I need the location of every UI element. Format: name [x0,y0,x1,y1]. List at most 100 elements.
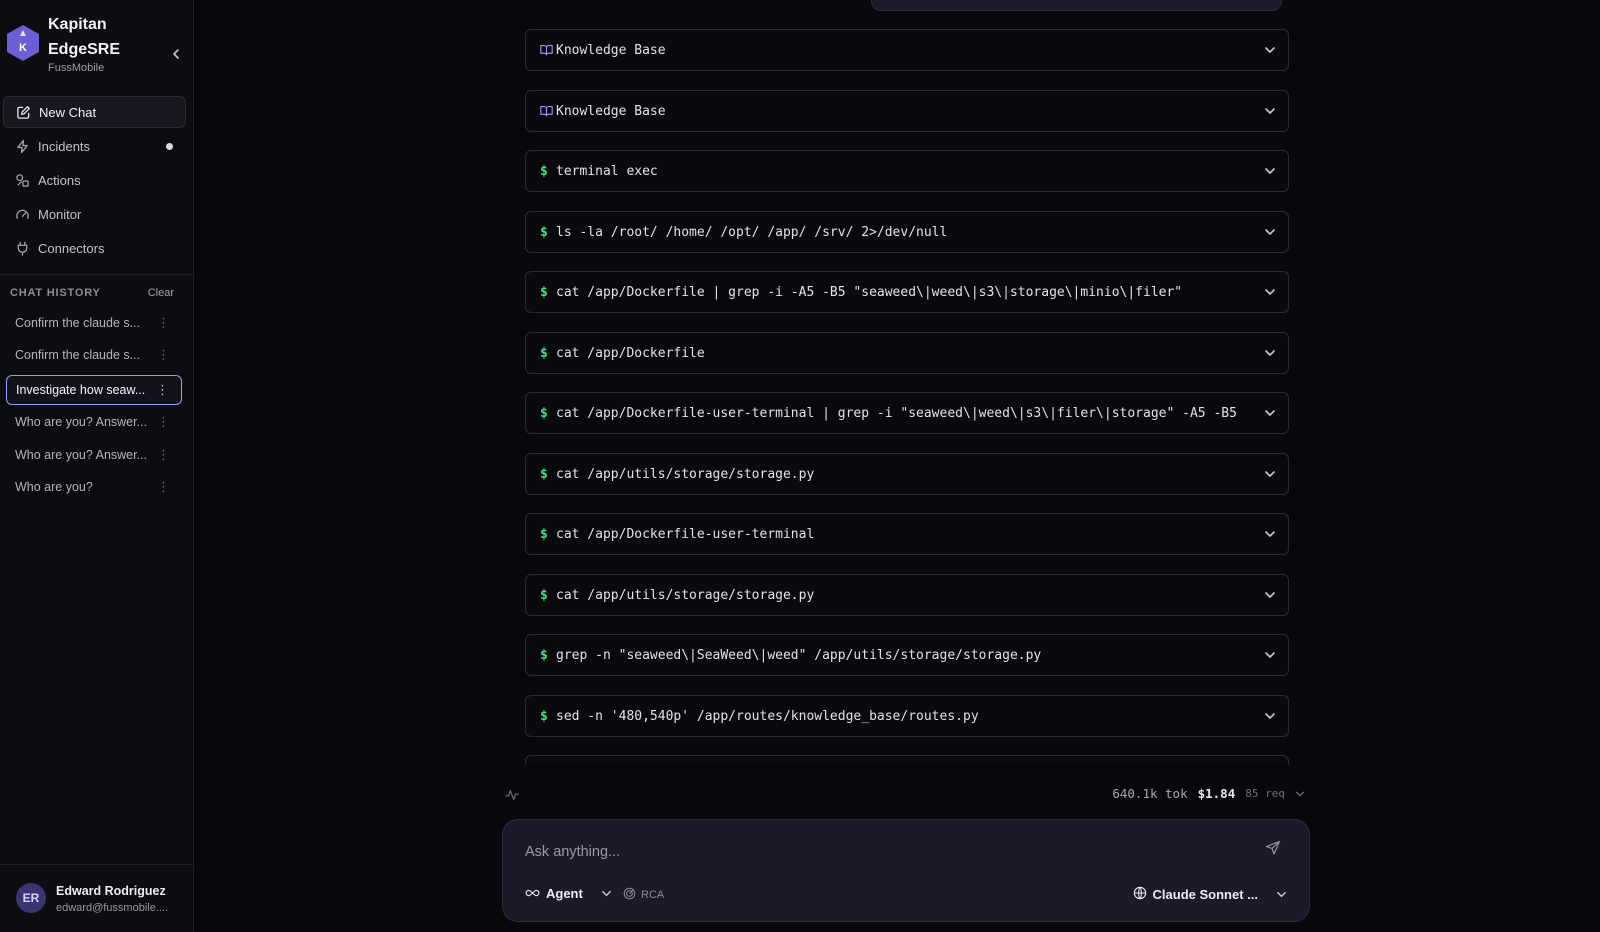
chevron-down-icon [1264,164,1276,182]
tool-call-row[interactable]: $ cat /app/utils/storage/storage.py [525,574,1289,616]
chevron-down-icon [601,888,612,899]
activity-icon[interactable] [505,788,519,807]
usage-stats[interactable]: 640.1k tok $1.84 85 req [1112,786,1305,801]
tool-call-row[interactable]: $ cat /app/Dockerfile [525,332,1289,374]
history-item[interactable]: Confirm the claude s... ⋮ [6,341,182,369]
tool-call-label: cat /app/Dockerfile-user-terminal | grep… [556,405,1237,421]
history-item-label: Confirm the claude s... [15,348,141,362]
mode-label: Agent [546,886,583,901]
prompt-symbol: $ [540,708,548,724]
chevron-down-icon [1264,648,1276,666]
history-item[interactable]: Who are you? Answer... ⋮ [6,441,182,469]
brand-org: FussMobile [48,62,105,74]
tool-call-row[interactable]: $ terminal exec [525,150,1289,192]
history-item-label: Who are you? Answer... [15,415,148,429]
book-icon [540,105,556,117]
cost: $1.84 [1197,786,1236,801]
chevron-down-icon [1264,346,1276,364]
usage-stats-bar: 640.1k tok $1.84 85 req [505,786,1305,806]
clear-history-button[interactable]: Clear [148,287,174,299]
more-vertical-icon[interactable]: ⋮ [157,315,170,331]
tool-call-label: cat /app/Dockerfile [556,345,705,361]
send-icon[interactable] [1265,840,1281,861]
chevron-down-icon [1264,467,1276,485]
more-vertical-icon[interactable]: ⋮ [157,347,170,363]
tool-call-row[interactable]: $ cat /app/Dockerfile-user-terminal | gre… [525,392,1289,434]
tool-call-row[interactable]: Knowledge Base [525,90,1289,132]
unread-indicator [166,143,173,150]
composer: Agent RCA Claude Sonnet ... [502,819,1310,922]
globe-icon [1133,886,1147,903]
nav-incidents[interactable]: Incidents [3,130,186,162]
token-count: 640.1k tok [1112,786,1188,801]
model-select[interactable]: Claude Sonnet ... [1133,886,1287,903]
history-item[interactable]: Confirm the claude s... ⋮ [6,309,182,337]
tool-call-list: Knowledge Base Knowledge Base $ terminal ex… [525,29,1289,765]
history-item[interactable]: Who are you? Answer... ⋮ [6,408,182,436]
chevron-down-icon [1295,789,1305,799]
tool-call-row[interactable]: $ grep -n "seaweed\|SeaWeed\|weed" /app/u… [525,634,1289,676]
history-item-label: Who are you? Answer... [15,448,148,462]
prompt-symbol: $ [540,587,548,603]
history-item-selected[interactable]: Investigate how seaw... ⋮ [6,375,182,405]
request-count: 85 req [1245,787,1285,800]
edit-icon [15,104,31,120]
nav-label: Connectors [38,240,105,256]
user-name: Edward Rodriguez [56,884,166,898]
book-icon [540,44,556,56]
tool-call-row[interactable]: $ cat /app/utils/storage/storage.py [525,453,1289,495]
chevron-down-icon [1276,889,1287,900]
tool-call-label: ls -la /root/ /home/ /opt/ /app/ /srv/ 2… [556,224,948,240]
mode-select[interactable]: Agent [525,886,612,901]
brand: K Kapitan EdgeSRE FussMobile [4,12,190,76]
tool-call-row[interactable]: $ ls -la /root/ /home/ /opt/ /app/ /srv/ … [525,211,1289,253]
chevron-down-icon [1264,43,1276,61]
prompt-symbol: $ [540,284,548,300]
tool-call-row[interactable]: $ cat /app/Dockerfile-user-terminal [525,513,1289,555]
chevron-down-icon [1264,104,1276,122]
chevron-down-icon [1264,709,1276,727]
more-vertical-icon[interactable]: ⋮ [156,382,169,398]
collapse-sidebar-button[interactable] [166,44,186,64]
chevron-down-icon [1264,406,1276,424]
prompt-symbol: $ [540,466,548,482]
nav-new-chat[interactable]: New Chat [3,96,186,128]
nav-monitor[interactable]: Monitor [3,198,186,230]
tool-call-label: Knowledge Base [556,42,666,58]
rca-toggle[interactable]: RCA [623,887,664,903]
bolt-icon [14,138,30,154]
more-vertical-icon[interactable]: ⋮ [157,479,170,495]
tool-call-label: cat /app/utils/storage/storage.py [556,466,815,482]
brand-logo-icon: K [4,24,42,62]
divider [0,274,193,275]
nav-label: Monitor [38,206,82,222]
tool-call-row[interactable]: Knowledge Base [525,29,1289,71]
svg-text:K: K [19,42,27,54]
user-profile[interactable]: ER Edward Rodriguez edward@fussmobile...… [0,864,193,932]
sidebar: K Kapitan EdgeSRE FussMobile New Chat In… [0,0,194,932]
infinity-icon [525,886,540,901]
prompt-symbol: $ [540,345,548,361]
nav-connectors[interactable]: Connectors [3,232,186,264]
tool-call-label: sed -n '480,540p' /app/routes/knowledge_… [556,708,979,724]
tool-call-row[interactable]: $ sed -n '480,540p' /app/routes/knowledge… [525,695,1289,737]
prompt-symbol: $ [540,163,548,179]
history-item[interactable]: Who are you? ⋮ [6,473,182,501]
chevron-down-icon [1264,285,1276,303]
prompt-symbol: $ [540,647,548,663]
prompt-symbol: $ [540,224,548,240]
chevron-left-icon [173,49,179,59]
more-vertical-icon[interactable]: ⋮ [157,447,170,463]
tool-call-row[interactable]: $ cat /app/Dockerfile | grep -i -A5 -B5 "… [525,271,1289,313]
chat-input[interactable] [525,840,1225,864]
brand-name: Kapitan EdgeSRE [48,16,121,58]
gauge-icon [14,206,30,222]
target-icon [623,887,636,903]
nav-label: Incidents [38,138,91,154]
more-vertical-icon[interactable]: ⋮ [157,414,170,430]
tool-call-row[interactable]: $ [525,755,1289,765]
nav-actions[interactable]: Actions [3,164,186,196]
tool-call-label: cat /app/utils/storage/storage.py [556,587,815,603]
chevron-down-icon [1264,527,1276,545]
prompt-symbol: $ [540,405,548,421]
